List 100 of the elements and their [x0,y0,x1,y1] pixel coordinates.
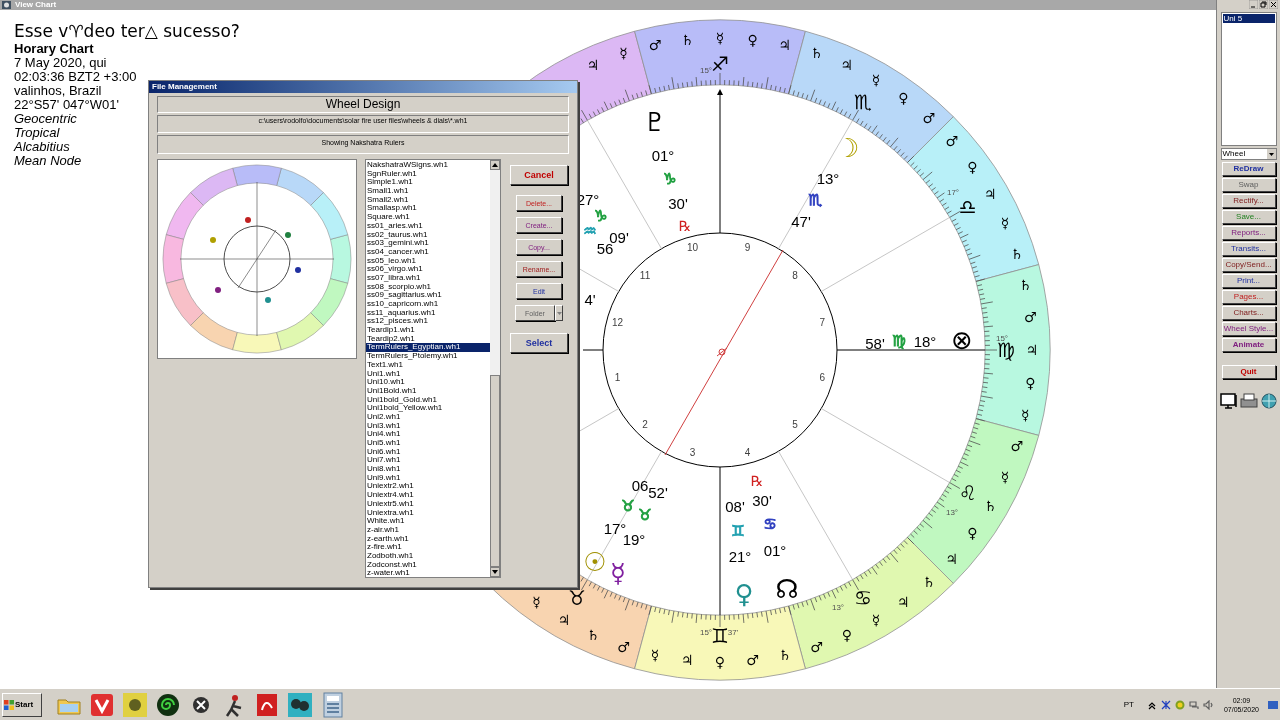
folder-dropdown-button[interactable] [555,305,563,321]
file-list-item[interactable]: Uni3.wh1 [366,421,490,431]
position-label: 52' [648,483,668,501]
side-panel-button[interactable]: Animate [1221,338,1276,352]
side-panel-button[interactable]: Print... [1221,274,1276,288]
file-list-item[interactable]: z-air.wh1 [366,525,490,535]
file-list-item[interactable]: ss02_taurus.wh1 [366,230,490,240]
dialog-button[interactable]: Cancel [510,165,568,185]
side-panel-button[interactable]: Copy/Send... [1221,258,1276,272]
sign-symbol: ♉ [568,585,586,610]
side-panel-button[interactable]: Transits... [1221,242,1276,256]
file-list-item[interactable]: TermRulers_Ptolemy.wh1 [366,352,490,361]
side-panel-button[interactable]: Rectify... [1221,194,1276,208]
side-panel-button[interactable]: ReDraw [1221,162,1276,176]
chart-list-item[interactable]: Uni 5 [1222,14,1275,23]
file-list-item[interactable]: z-earth.wh1 [366,534,490,544]
taskbar-button[interactable] [286,690,314,719]
chart-detail: 7 May 2020, qui [14,56,107,70]
file-list-item[interactable]: ss11_aquarius.wh1 [366,308,490,318]
side-panel-button[interactable]: Reports... [1221,226,1276,240]
file-list-item[interactable]: Uni4.wh1 [366,430,490,439]
file-list-item[interactable]: Uni9.wh1 [366,473,490,483]
file-list-item[interactable]: ss06_virgo.wh1 [366,265,490,274]
file-list-item[interactable]: Uniextra.wh1 [366,508,490,518]
sign-symbol: ♏ [808,191,822,209]
file-list-item[interactable]: ss03_gemini.wh1 [366,239,490,248]
file-list-item[interactable]: Uniextr5.wh1 [366,499,490,509]
file-list-item[interactable]: Simple1.wh1 [366,178,490,188]
printer-icon[interactable] [1239,393,1258,410]
file-list-item[interactable]: White.wh1 [366,517,490,526]
file-list-item[interactable]: ss04_cancer.wh1 [366,247,490,257]
file-list-item[interactable]: Square.wh1 [366,213,490,222]
file-list-item[interactable]: z-fire.wh1 [366,543,490,552]
start-button[interactable]: Start [2,692,42,717]
sign-symbol: ♉ [638,506,652,524]
file-list-item[interactable]: ss01_aries.wh1 [366,221,490,231]
file-list-item[interactable]: Zodconst.wh1 [366,560,490,570]
file-list-item[interactable]: Zodboth.wh1 [366,551,490,561]
file-list-item[interactable]: Uni5.wh1 [366,439,490,448]
file-list-item[interactable]: Uni8.wh1 [366,465,490,474]
term-ruler-symbol: ☿ [532,594,541,611]
sign-symbol: ♋ [763,515,777,533]
file-list-item[interactable]: Small2.wh1 [366,195,490,205]
file-list-item[interactable]: Uni1.wh1 [366,369,490,379]
speaker-icon[interactable] [1202,699,1213,710]
dialog-button[interactable]: Select [510,333,568,353]
scrollbar[interactable] [490,160,500,577]
file-list-item[interactable]: Uniextr2.wh1 [366,482,490,492]
side-panel-button[interactable]: Wheel Style... [1221,322,1276,336]
side-panel-button[interactable]: Charts... [1221,306,1276,320]
minimize-icon[interactable] [1249,0,1258,9]
file-list-item[interactable]: Uni2.wh1 [366,412,490,422]
term-ruler-symbol: ♃ [897,594,910,611]
show-desktop-icon[interactable] [1268,699,1278,710]
file-list-item[interactable]: Small1.wh1 [366,187,490,196]
file-list-item[interactable]: Uni7.wh1 [366,456,490,466]
file-list-item[interactable]: Uni10.wh1 [366,378,490,387]
file-list-item[interactable]: Uni1bold_Gold.wh1 [366,395,490,405]
file-list-item[interactable]: Uni1Bold.wh1 [366,386,490,396]
restore-icon[interactable] [1259,0,1268,9]
house-number: 1 [614,371,621,383]
monitor-icon[interactable] [1219,393,1238,410]
language-indicator[interactable]: PT [1123,698,1134,711]
term-ruler-symbol: ☿ [715,30,725,46]
file-list-item[interactable]: Teardip2.wh1 [366,334,490,344]
term-ruler-symbol: ♂ [746,652,759,669]
file-list-item[interactable]: Text1.wh1 [366,360,490,370]
caret-icon [556,311,562,315]
file-list-item[interactable]: Uni6.wh1 [366,447,490,457]
file-list-item[interactable]: ss12_pisces.wh1 [366,317,490,327]
sign-symbol: ♎ [958,195,977,219]
file-list-item[interactable]: NakshatraWSigns.wh1 [366,161,490,170]
file-list-item[interactable]: Smallasp.wh1 [366,204,490,214]
file-list-item[interactable]: ss08_scorpio.wh1 [366,282,490,292]
position-label: 01° [763,541,787,559]
term-ruler-symbol: ♀ [967,525,978,542]
file-list-item[interactable]: SgnRuler.wh1 [366,169,490,179]
file-list-item[interactable]: Teardip1.wh1 [366,326,490,335]
view-dropdown[interactable]: Wheel [1220,148,1277,160]
chart-detail: 22°S57' 047°W01' [14,98,119,112]
network-icon[interactable] [1188,699,1199,710]
file-list-item[interactable]: z-water.wh1 [366,569,490,578]
file-list-item[interactable]: ss05_leo.wh1 [366,256,490,266]
term-ruler-symbol: ♄ [681,31,694,48]
side-panel-button[interactable]: Pages... [1221,290,1276,304]
side-panel-button[interactable]: Quit [1221,365,1276,379]
close-icon[interactable] [1269,0,1278,9]
scroll-thumb[interactable] [490,375,500,567]
scroll-down-icon[interactable] [492,570,498,574]
file-list-item[interactable]: ss09_sagittarius.wh1 [366,291,490,300]
file-list-item[interactable]: Uniextr4.wh1 [366,491,490,500]
file-list-item[interactable]: Uni1bold_Yellow.wh1 [366,404,490,413]
file-list-item[interactable]: ss07_libra.wh1 [366,273,490,283]
bowtie-icon[interactable] [1160,699,1171,710]
file-list-item[interactable]: TermRulers_Egyptian.wh1 [366,343,490,353]
globe-icon[interactable] [1259,393,1278,410]
position-label: 47' [791,212,811,230]
ring-degree-label: 13° [945,507,959,517]
term-ruler-symbol: ☿ [1020,406,1030,423]
file-list-item[interactable]: ss10_capricorn.wh1 [366,300,490,309]
